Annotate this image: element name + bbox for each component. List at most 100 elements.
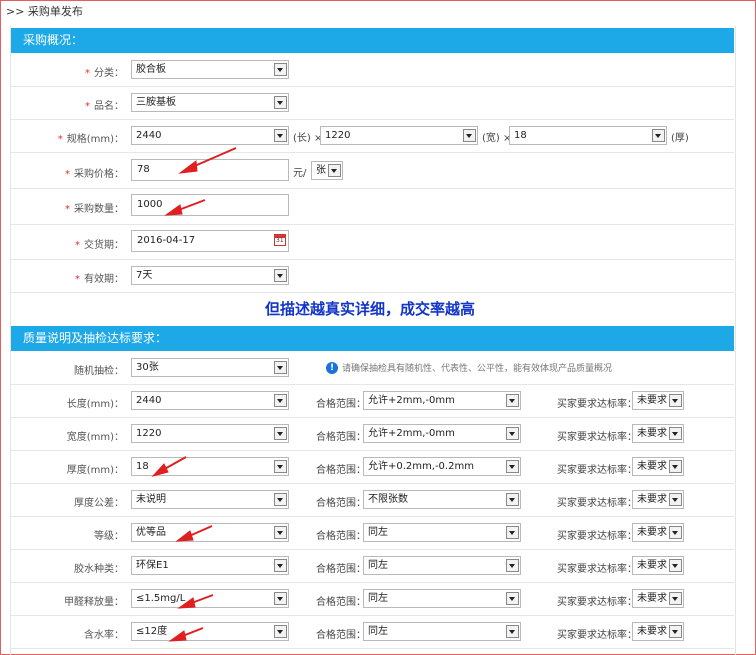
range-label: 合格范围： [316, 498, 366, 509]
length-select[interactable]: 2440 [131, 126, 289, 145]
field-label: 等级： [94, 531, 124, 542]
range-label: 合格范围： [316, 432, 366, 443]
range-label: 合格范围： [316, 630, 366, 641]
select-value: 胶合板 [136, 64, 166, 75]
rate-select[interactable]: 未要求 [632, 556, 684, 575]
quality-value-select[interactable]: 18 [131, 457, 289, 476]
rate-select[interactable]: 未要求 [632, 523, 684, 542]
range-select[interactable]: 同左 [363, 622, 521, 641]
rate-select[interactable]: 未要求 [632, 589, 684, 608]
quality-row: 厚度(mm)： 18 合格范围： 允许+0.2mm,-0.2mm 买家要求达标率： 未要求 [11, 450, 734, 484]
quality-value-select[interactable]: 环保E1 [131, 556, 289, 575]
section-title: 采购概况： [23, 33, 84, 47]
sampling-select[interactable]: 30张 [131, 358, 289, 377]
slogan-text: 但描述越真实详细，成交率越高 [265, 300, 476, 318]
range-select[interactable]: 同左 [363, 556, 521, 575]
row-category: * 分类： 胶合板 [11, 53, 734, 87]
validity-select[interactable]: 7天 [131, 266, 289, 285]
field-label: 厚度公差： [74, 498, 124, 509]
rate-label: 买家要求达标率： [557, 498, 637, 509]
range-select[interactable]: 允许+2mm,-0mm [363, 391, 521, 410]
delivery-date-input[interactable]: 2016-04-17 [131, 230, 289, 252]
select-value: 允许+2mm,-0mm [368, 395, 455, 406]
quality-value-select[interactable]: 2440 [131, 391, 289, 410]
rate-select[interactable]: 未要求 [632, 391, 684, 410]
category-select[interactable]: 胶合板 [131, 60, 289, 79]
field-label: * 品名： [85, 97, 124, 112]
row-price: * 采购价格： 78 元/ 张 [11, 152, 734, 189]
quality-row: 宽度(mm)： 1220 合格范围： 允许+2mm,-0mm 买家要求达标率： 未要求 [11, 417, 734, 451]
label-text: 有效期： [84, 274, 124, 285]
field-label: 含水率： [84, 630, 124, 641]
quality-value-select[interactable]: ≤12度 [131, 622, 289, 641]
label-text: 采购数量： [74, 204, 124, 215]
rate-select[interactable]: 未要求 [632, 622, 684, 641]
rate-label: 买家要求达标率： [557, 564, 637, 575]
range-select[interactable]: 不限张数 [363, 490, 521, 509]
field-label: * 采购数量： [65, 200, 124, 215]
range-select[interactable]: 允许+0.2mm,-0.2mm [363, 457, 521, 476]
quality-value-select[interactable]: ≤1.5mg/L [131, 589, 289, 608]
required-mark: * [85, 101, 90, 112]
field-label: * 采购价格： [65, 165, 124, 180]
range-select[interactable]: 同左 [363, 523, 521, 542]
chevron-down-icon [274, 625, 287, 638]
quality-value-select[interactable]: 1220 [131, 424, 289, 443]
price-unit-select[interactable]: 张 [311, 161, 343, 180]
quantity-input[interactable]: 1000 [131, 194, 289, 216]
chevron-down-icon [669, 592, 682, 605]
range-select[interactable]: 允许+2mm,-0mm [363, 424, 521, 443]
quality-value-select[interactable]: 优等品 [131, 523, 289, 542]
chevron-down-icon [274, 592, 287, 605]
select-value: 优等品 [136, 527, 166, 538]
rate-select[interactable]: 未要求 [632, 424, 684, 443]
select-value: 7天 [136, 270, 153, 281]
chevron-down-icon [328, 164, 341, 177]
select-value: 允许+2mm,-0mm [368, 428, 455, 439]
select-value: 三胺基板 [136, 97, 176, 108]
chevron-down-icon [274, 559, 287, 572]
chevron-down-icon [669, 460, 682, 473]
chevron-down-icon [506, 394, 519, 407]
chevron-down-icon [274, 269, 287, 282]
thickness-select[interactable]: 18 [509, 126, 667, 145]
chevron-down-icon [669, 625, 682, 638]
price-input[interactable]: 78 [131, 159, 289, 181]
select-value: 未要求 [637, 461, 667, 472]
row-quantity: * 采购数量： 1000 [11, 188, 734, 225]
select-value: 允许+0.2mm,-0.2mm [368, 461, 474, 472]
chevron-down-icon [274, 526, 287, 539]
section-header-overview: 采购概况： [11, 28, 734, 53]
sampling-note: 请确保抽检具有随机性、代表性、公平性，能有效体现产品质量概况 [342, 364, 613, 374]
quality-row: 等级： 优等品 合格范围： 同左 买家要求达标率： 未要求 [11, 516, 734, 550]
rate-label: 买家要求达标率： [557, 531, 637, 542]
breadcrumb: >> 采购单发布 [6, 3, 83, 21]
select-value: 1220 [325, 130, 351, 141]
rate-select[interactable]: 未要求 [632, 490, 684, 509]
select-value: 未要求 [637, 626, 667, 637]
rate-select[interactable]: 未要求 [632, 457, 684, 476]
chevron-down-icon [506, 625, 519, 638]
select-value: 18 [136, 461, 149, 472]
chevron-down-icon [506, 592, 519, 605]
select-value: 2440 [136, 130, 162, 141]
quality-row: 甲醛释放量： ≤1.5mg/L 合格范围： 同左 买家要求达标率： 未要求 [11, 582, 734, 616]
field-label: 长度(mm)： [66, 399, 124, 410]
label-text: 采购价格： [74, 169, 124, 180]
section-header-quality: 质量说明及抽检达标要求： [11, 326, 734, 351]
row-product: * 品名： 三胺基板 [11, 86, 734, 120]
product-select[interactable]: 三胺基板 [131, 93, 289, 112]
rate-label: 买家要求达标率： [557, 597, 637, 608]
field-label: * 交货期： [75, 236, 124, 251]
width-select[interactable]: 1220 [320, 126, 478, 145]
range-label: 合格范围： [316, 465, 366, 476]
range-select[interactable]: 同左 [363, 589, 521, 608]
quality-value-select[interactable]: 未说明 [131, 490, 289, 509]
chevron-down-icon [669, 427, 682, 440]
section-title: 质量说明及抽检达标要求： [23, 331, 168, 345]
calendar-icon[interactable] [274, 234, 286, 246]
chevron-down-icon [274, 493, 287, 506]
info-icon: ! [326, 362, 338, 374]
thickness-unit: (厚) [671, 133, 689, 144]
select-value: 同左 [368, 527, 388, 538]
